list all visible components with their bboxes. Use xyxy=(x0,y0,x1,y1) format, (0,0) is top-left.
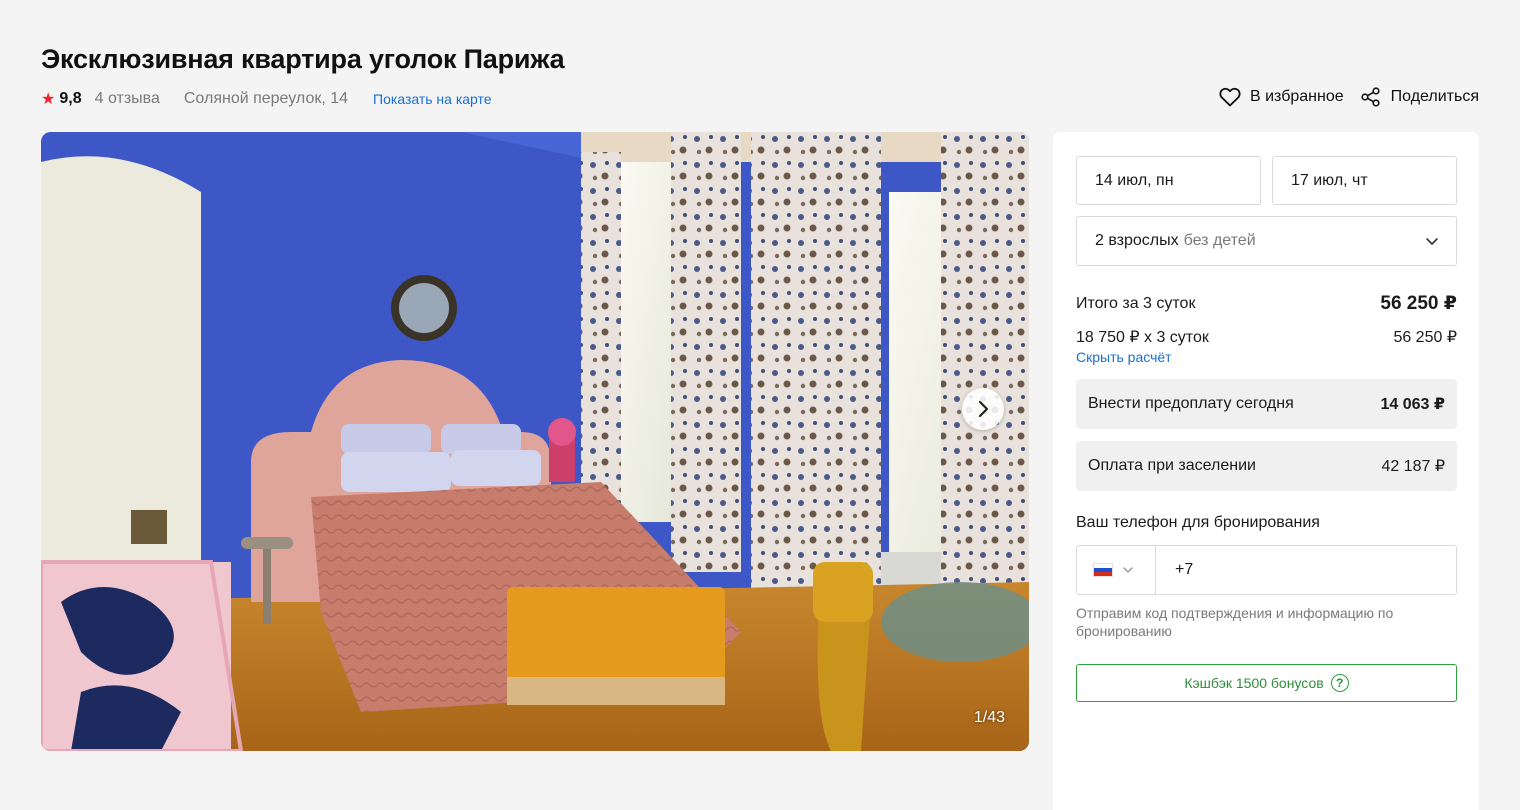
calc-label: 18 750 ₽ x 3 суток xyxy=(1076,329,1209,346)
russia-flag-icon xyxy=(1093,563,1113,577)
heart-icon xyxy=(1219,87,1241,107)
favorite-button[interactable]: В избранное xyxy=(1219,87,1344,107)
listing-meta: ★ 9,8 4 отзыва Соляной переулок, 14 Пока… xyxy=(41,88,492,110)
share-label: Поделиться xyxy=(1390,88,1479,105)
prepayment-label: Внести предоплату сегодня xyxy=(1088,395,1294,412)
checkout-date-field[interactable]: 17 июл, чт xyxy=(1272,156,1457,205)
share-icon xyxy=(1361,87,1380,107)
address: Соляной переулок, 14 xyxy=(183,90,349,107)
checkin-payment-value: 42 187 ₽ xyxy=(1381,458,1445,475)
cashback-label: Кэшбэк 1500 бонусов xyxy=(1184,675,1324,691)
show-on-map-link[interactable]: Показать на карте xyxy=(373,91,492,107)
checkin-payment-row: Оплата при заселении 42 187 ₽ xyxy=(1076,441,1457,491)
prepayment-row: Внести предоплату сегодня 14 063 ₽ xyxy=(1076,379,1457,429)
guests-adults: 2 взрослых xyxy=(1095,232,1179,249)
phone-field xyxy=(1076,545,1457,595)
chevron-down-icon xyxy=(1426,238,1438,245)
hide-calculation-link[interactable]: Скрыть расчёт xyxy=(1076,349,1172,365)
prepayment-value: 14 063 ₽ xyxy=(1380,396,1445,413)
guests-select[interactable]: 2 взрослых без детей xyxy=(1076,216,1457,266)
guests-children: без детей xyxy=(1183,232,1256,249)
room-photo xyxy=(41,132,1029,751)
calc-row: 18 750 ₽ x 3 суток 56 250 ₽ xyxy=(1076,327,1457,347)
rating-value: 9,8 xyxy=(59,90,82,107)
favorite-label: В избранное xyxy=(1250,88,1344,105)
photo-counter: 1/43 xyxy=(973,709,1005,726)
total-value: 56 250 ₽ xyxy=(1380,293,1457,314)
chevron-down-icon xyxy=(1123,567,1133,573)
share-button[interactable]: Поделиться xyxy=(1360,87,1479,107)
cashback-button[interactable]: Кэшбэк 1500 бонусов ? xyxy=(1076,664,1457,702)
checkin-payment-label: Оплата при заселении xyxy=(1088,457,1256,474)
total-row: Итого за 3 суток 56 250 ₽ xyxy=(1076,292,1457,315)
phone-label: Ваш телефон для бронирования xyxy=(1076,514,1320,531)
help-icon[interactable]: ? xyxy=(1330,674,1349,692)
phone-input[interactable] xyxy=(1156,546,1456,594)
photo-gallery[interactable]: 1/43 xyxy=(41,132,1029,751)
listing-actions: В избранное Поделиться xyxy=(1219,87,1479,107)
next-photo-button[interactable] xyxy=(962,388,1004,430)
chevron-right-icon xyxy=(978,400,989,418)
phone-note: Отправим код подтверждения и информацию … xyxy=(1076,605,1394,639)
booking-panel: 14 июл, пн 17 июл, чт 2 взрослых без дет… xyxy=(1053,132,1479,810)
reviews-count[interactable]: 4 отзыва xyxy=(95,90,160,108)
country-code-select[interactable] xyxy=(1077,546,1156,594)
calc-value: 56 250 ₽ xyxy=(1393,329,1457,346)
star-icon: ★ xyxy=(41,91,56,108)
checkin-date-field[interactable]: 14 июл, пн xyxy=(1076,156,1261,205)
total-label: Итого за 3 суток xyxy=(1076,294,1196,312)
page-title: Эксклюзивная квартира уголок Парижа xyxy=(41,44,565,74)
